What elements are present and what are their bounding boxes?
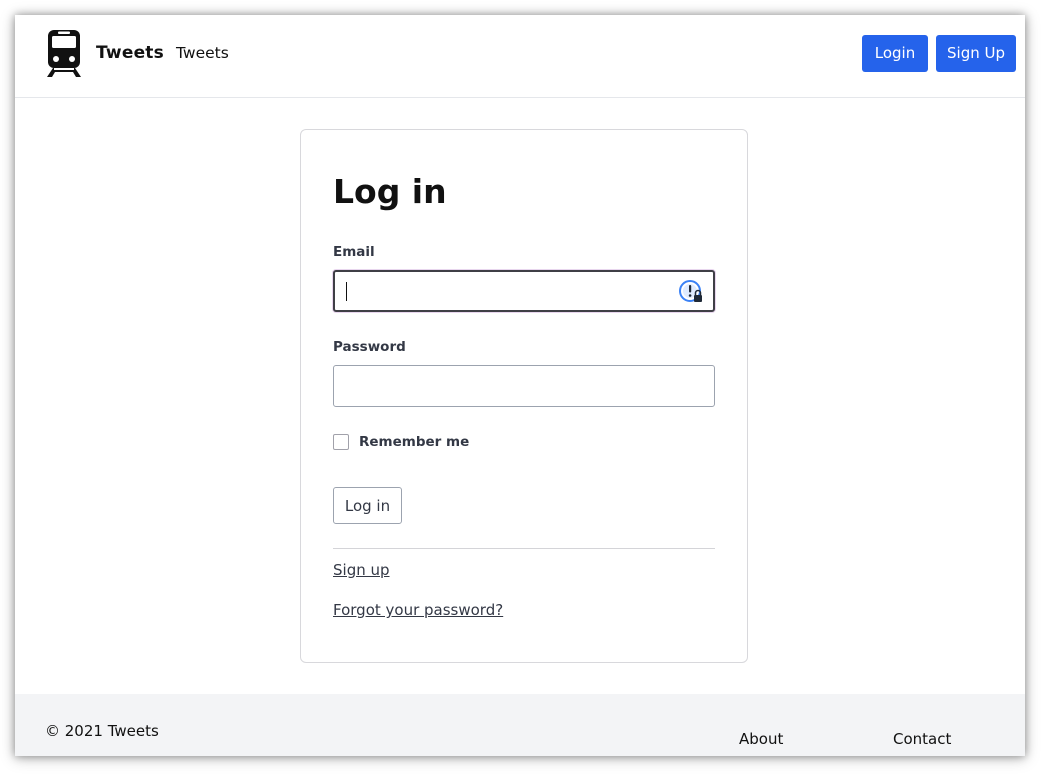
login-submit-button[interactable]: Log in [333,487,402,524]
email-field[interactable] [333,270,715,312]
train-icon[interactable] [45,28,83,78]
signup-button[interactable]: Sign Up [936,35,1016,72]
divider [333,548,715,549]
remember-me-label[interactable]: Remember me [359,434,469,450]
footer-about-link[interactable]: About [739,730,783,748]
brand-name[interactable]: Tweets [96,43,164,63]
signup-link[interactable]: Sign up [333,561,390,579]
forgot-password-link[interactable]: Forgot your password? [333,601,503,619]
nav-link-tweets[interactable]: Tweets [176,44,229,62]
email-label: Email [333,244,375,260]
browser-page: Tweets Tweets Login Sign Up Log in Email… [15,15,1025,756]
page-title: Log in [333,172,447,211]
footer-contact-link[interactable]: Contact [893,730,951,748]
text-caret [346,282,347,301]
navbar: Tweets Tweets Login Sign Up [15,15,1025,98]
login-card: Log in Email Password Remember me Log in… [300,129,748,663]
password-field[interactable] [333,365,715,407]
password-manager-icon[interactable] [678,280,704,304]
footer: © 2021 Tweets About Contact [15,694,1025,756]
copyright-text: © 2021 Tweets [45,722,159,740]
password-label: Password [333,339,406,355]
login-button[interactable]: Login [862,35,928,72]
remember-me-checkbox[interactable] [333,434,349,450]
